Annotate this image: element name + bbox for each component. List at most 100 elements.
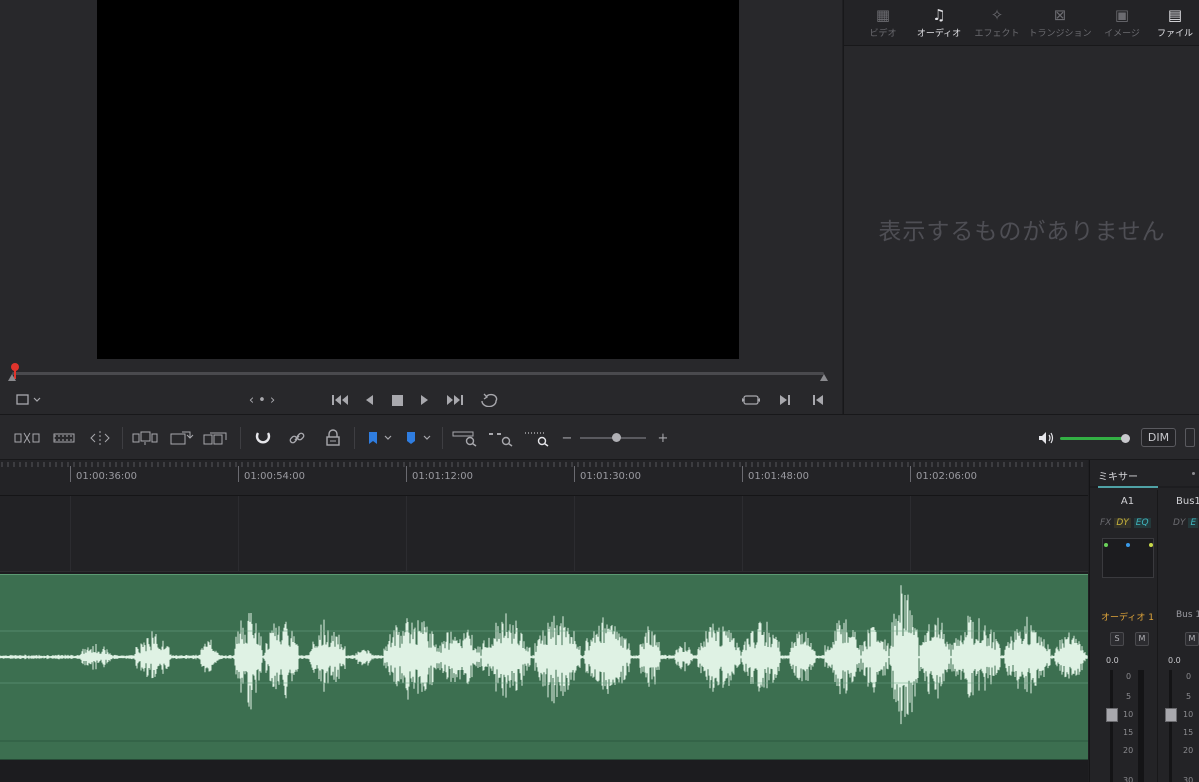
scale-label: 15 <box>1183 728 1194 737</box>
go-to-start-button[interactable] <box>329 390 351 410</box>
toolbar-divider <box>442 427 443 449</box>
timecode-label: 01:01:12:00 <box>412 471 474 482</box>
monitor-volume-slider[interactable] <box>1060 437 1125 440</box>
zoom-full-extent-button[interactable] <box>452 427 478 449</box>
timecode-ruler[interactable]: 01:00:36:00 01:00:54:00 01:01:12:00 01:0… <box>0 460 1088 496</box>
track-name: オーディオ 1 <box>1101 613 1154 623</box>
scale-label: 5 <box>1126 692 1132 701</box>
replace-clip-button[interactable] <box>202 427 230 449</box>
film-strip-icon <box>53 433 75 443</box>
monitor-volume-button[interactable] <box>1036 427 1058 449</box>
tab-label: エフェクト <box>974 29 1020 39</box>
skip-forward-icon <box>447 395 463 405</box>
zoom-out-button[interactable]: − <box>560 427 574 449</box>
ruler-major-tick <box>70 466 71 482</box>
video-track-1[interactable] <box>0 496 1088 572</box>
zoom-slider-handle[interactable] <box>612 433 622 442</box>
meters-toggle[interactable] <box>1185 428 1195 447</box>
track-name: Bus 1 <box>1176 610 1199 620</box>
viewer-scrubber[interactable] <box>0 360 842 388</box>
audio-waveform <box>0 585 1088 742</box>
media-tabs: ▦ ビデオ ♫ オーディオ ✧ エフェクト ⊠ トランジション ▣ イメージ ▤… <box>844 0 1199 46</box>
link-icon <box>289 432 305 444</box>
mixer-title: ミキサー <box>1098 472 1138 483</box>
overwrite-clip-button[interactable] <box>168 427 194 449</box>
ruler-major-tick <box>574 466 575 482</box>
insert-clip-button[interactable] <box>132 427 158 449</box>
crop-dropdown[interactable] <box>10 390 50 410</box>
zoom-custom-button[interactable] <box>524 427 550 449</box>
transport-controls: ‹ • › <box>0 388 842 414</box>
mixer-header: ミキサー <box>1090 460 1199 488</box>
ruler-major-tick <box>406 466 407 482</box>
dynamic-trim-button[interactable] <box>88 427 112 449</box>
tab-effects[interactable]: ✧ エフェクト <box>962 4 1032 44</box>
eq-toggle[interactable]: EQ <box>1133 518 1151 528</box>
dim-button[interactable]: DIM <box>1141 428 1176 447</box>
scale-label: 20 <box>1183 746 1194 755</box>
zoom-detail-button[interactable] <box>488 427 514 449</box>
snapping-button[interactable] <box>252 427 274 449</box>
volume-value: 0.0 <box>1168 656 1181 665</box>
replace-clip-icon <box>203 432 227 445</box>
transition-icon: ⊠ <box>1053 6 1067 24</box>
mixer-channel-bus1: Bus1 DY E Bus 1 M 0.0 0 5 10 15 20 30 <box>1159 490 1199 782</box>
zoom-in-button[interactable]: + <box>656 427 670 449</box>
eq-toggle[interactable]: E <box>1188 518 1199 528</box>
fx-toggle[interactable]: FX <box>1100 518 1111 528</box>
scale-label: 0 <box>1186 672 1192 681</box>
go-to-end-button[interactable] <box>444 390 466 410</box>
jog-control[interactable]: ‹ • › <box>240 390 284 410</box>
timeline[interactable]: 01:00:36:00 01:00:54:00 01:01:12:00 01:0… <box>0 460 1088 782</box>
match-frame-button[interactable] <box>740 390 762 410</box>
mute-button[interactable]: M <box>1135 632 1149 646</box>
eq-curve-thumbnail[interactable] <box>1102 538 1154 578</box>
mute-button[interactable]: M <box>1185 632 1199 646</box>
stop-icon <box>391 394 403 406</box>
scale-label: 10 <box>1183 710 1194 719</box>
scale-label: 30 <box>1183 776 1194 782</box>
mark-in-button[interactable] <box>776 390 794 410</box>
marker-dropdown[interactable] <box>402 427 434 449</box>
volume-fader[interactable] <box>1165 708 1177 722</box>
reverse-play-button[interactable] <box>361 390 377 410</box>
loop-button[interactable] <box>478 390 500 410</box>
channel-fx-row: FX DY EQ <box>1100 518 1154 528</box>
in-point-handle[interactable] <box>8 374 16 381</box>
loop-icon <box>481 393 498 407</box>
flag-dropdown[interactable] <box>364 427 394 449</box>
tab-files[interactable]: ▤ ファイル <box>1140 4 1199 44</box>
timecode-label: 01:00:54:00 <box>244 471 306 482</box>
dynamics-toggle[interactable]: DY <box>1114 518 1131 528</box>
monitor-volume-handle[interactable] <box>1120 434 1130 443</box>
ruler-major-tick <box>742 466 743 482</box>
stop-button[interactable] <box>389 390 405 410</box>
audio-track-1[interactable] <box>0 572 1088 782</box>
zoom-detail-icon <box>489 433 513 447</box>
fader-track <box>1169 670 1172 782</box>
tab-label: トランジション <box>1028 29 1092 39</box>
mixer-options-icon[interactable] <box>1192 472 1195 475</box>
play-icon <box>421 395 428 405</box>
mark-out-button[interactable] <box>809 390 827 410</box>
video-frame[interactable] <box>97 0 739 359</box>
trim-mode-button[interactable] <box>52 427 76 449</box>
fader-track <box>1110 670 1113 782</box>
volume-fader[interactable] <box>1106 708 1118 722</box>
scrub-bar[interactable] <box>12 372 824 375</box>
eq-band-mid <box>1126 543 1130 547</box>
position-lock-button[interactable] <box>322 427 344 449</box>
marker-icon <box>407 432 431 444</box>
dynamics-toggle[interactable]: DY <box>1173 518 1185 528</box>
tab-transitions[interactable]: ⊠ トランジション <box>1025 4 1095 44</box>
selection-mode-button[interactable] <box>14 427 40 449</box>
speaker-icon <box>1039 432 1054 444</box>
out-point-handle[interactable] <box>820 374 828 381</box>
play-button[interactable] <box>417 390 433 410</box>
mixer-title-underline <box>1098 486 1158 488</box>
insert-clip-icon <box>132 431 158 445</box>
linked-selection-button[interactable] <box>286 427 308 449</box>
crop-icon <box>16 394 41 405</box>
audio-clip[interactable] <box>0 574 1088 760</box>
solo-button[interactable]: S <box>1110 632 1124 646</box>
